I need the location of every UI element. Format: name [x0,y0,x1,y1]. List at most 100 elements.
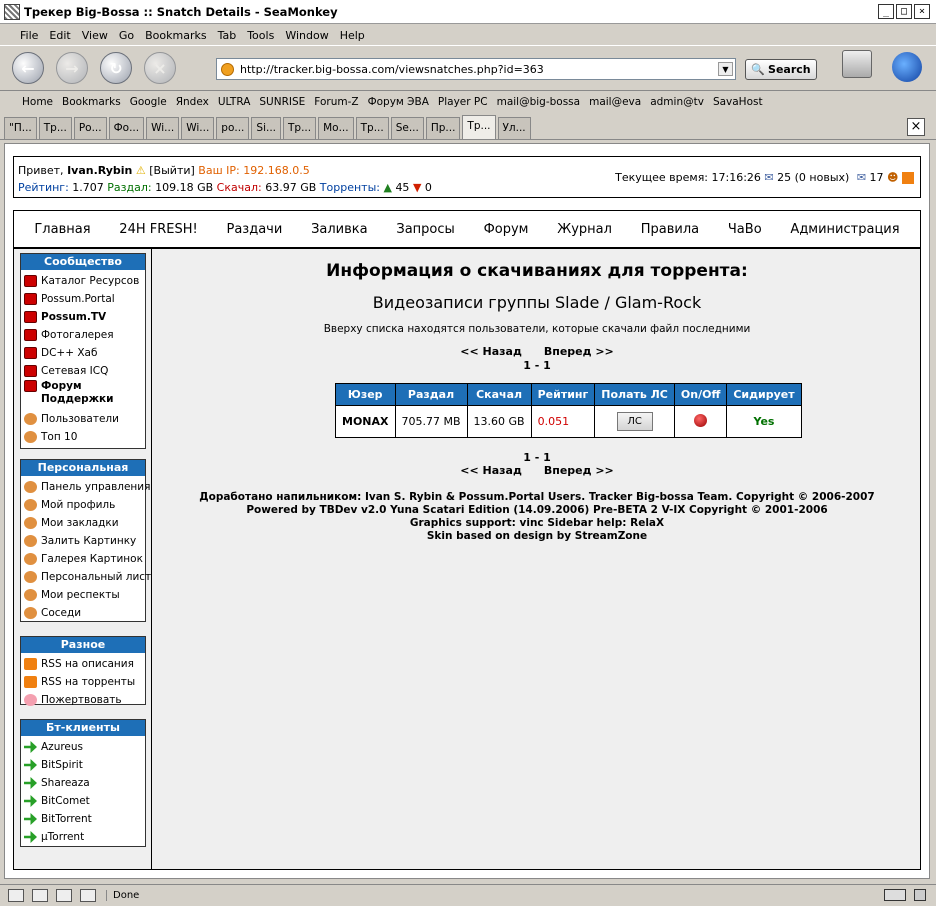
tab-item[interactable]: Тр... [283,117,317,139]
bookmark-player-pc[interactable]: Player PC [438,96,488,108]
bookmark-yandex[interactable]: Яndex [176,96,209,108]
url-bar[interactable]: http://tracker.big-bossa.com/viewsnatche… [216,58,736,80]
menu-file[interactable]: File [20,29,38,42]
menu-rules[interactable]: Правила [641,222,699,237]
address-book-icon[interactable] [80,889,96,902]
url-text[interactable]: http://tracker.big-bossa.com/viewsnatche… [240,63,544,76]
menu-view[interactable]: View [82,29,108,42]
reload-button[interactable]: ↻ [100,52,132,84]
menu-torrents[interactable]: Раздачи [226,222,282,237]
bookmark-forum-eva[interactable]: Форум ЭВА [368,96,429,108]
sidebar-item-control-panel[interactable]: Панель управления [24,478,150,496]
tab-item[interactable]: Тр... [355,117,389,139]
tab-item[interactable]: ро... [216,117,250,139]
bookmark-admin-tv[interactable]: admin@tv [650,96,704,108]
tab-item[interactable]: Wi... [181,117,215,139]
tab-item[interactable]: Wi... [146,117,180,139]
close-tab-button[interactable]: × [907,118,925,136]
menu-admin[interactable]: Администрация [790,222,899,237]
tab-item[interactable]: Se... [390,117,424,139]
sidebar-item-photogallery[interactable]: Фотогалерея [24,326,143,344]
bookmark-mail-eva[interactable]: mail@eva [589,96,641,108]
seamonkey-throbber-icon[interactable] [892,52,922,82]
print-icon[interactable] [842,50,872,78]
menu-tools[interactable]: Tools [247,29,274,42]
sidebar-item-bookmarks[interactable]: Мои закладки [24,514,143,532]
sidebar-item-rss-descriptions[interactable]: RSS на описания [24,655,143,673]
bookmark-folder-bookmarks[interactable]: Bookmarks [62,96,121,108]
search-button[interactable]: 🔍 Search [745,59,817,80]
sidebar-item-personal-list[interactable]: Персональный лист [24,568,151,586]
rss-icon[interactable] [902,172,914,184]
tab-item[interactable]: Si... [251,117,282,139]
tab-item-active[interactable]: Тр... [462,115,496,139]
next-page-link[interactable]: Вперед >> [544,464,614,477]
sidebar-item-support-forum[interactable]: Форум Поддержки [24,380,143,410]
bookmark-savahost[interactable]: SavaHost [713,96,763,108]
sidebar-item-utorrent[interactable]: µTorrent [24,828,143,846]
menu-go[interactable]: Go [119,29,134,42]
sidebar-item-possum-portal[interactable]: Possum.Portal [24,290,143,308]
composer-icon[interactable] [56,889,72,902]
tab-item[interactable]: "П... [4,117,37,139]
prev-page-link[interactable]: << Назад [460,345,522,358]
outbox-icon[interactable]: ✉ [857,171,866,184]
sidebar-item-shareaza[interactable]: Shareaza [24,774,143,792]
minimize-button[interactable]: _ [878,4,894,19]
sidebar-item-azureus[interactable]: Azureus [24,738,143,756]
menu-bookmarks[interactable]: Bookmarks [145,29,206,42]
tab-item[interactable]: Пр... [425,117,461,139]
sidebar-item-neighbors[interactable]: Соседи [24,604,143,622]
cell-user[interactable]: MONAX [335,405,396,438]
menu-help[interactable]: Help [340,29,365,42]
sidebar-item-donate[interactable]: Пожертвовать [24,691,143,709]
sidebar-item-top10[interactable]: Топ 10 [24,428,143,446]
back-button[interactable]: ← [12,52,44,84]
bookmark-forum-z[interactable]: Forum-Z [314,96,358,108]
logout-link[interactable]: [Выйти] [149,164,195,177]
menu-faq[interactable]: ЧаВо [728,222,762,237]
bookmark-google[interactable]: Google [130,96,167,108]
sidebar-item-icq[interactable]: Сетевая ICQ [24,362,143,380]
mail-icon[interactable] [32,889,48,902]
online-status-icon[interactable] [884,889,906,901]
menu-24h-fresh[interactable]: 24H FRESH! [119,222,197,237]
prev-page-link[interactable]: << Назад [460,464,522,477]
sidebar-item-catalog[interactable]: Каталог Ресурсов [24,272,143,290]
next-page-link[interactable]: Вперед >> [544,345,614,358]
menu-upload[interactable]: Заливка [311,222,368,237]
sidebar-item-respects[interactable]: Мои респекты [24,586,143,604]
username-link[interactable]: Ivan.Rybin [67,164,132,177]
bookmark-home[interactable]: Home [22,96,53,108]
send-pm-button[interactable]: ЛС [616,412,653,431]
sidebar-item-image-gallery[interactable]: Галерея Картинок [24,550,143,568]
tab-item[interactable]: Ро... [73,117,107,139]
forward-button[interactable]: → [56,52,88,84]
sidebar-item-bittorrent[interactable]: BitTorrent [24,810,143,828]
menu-forum[interactable]: Форум [484,222,529,237]
menu-window[interactable]: Window [285,29,328,42]
sidebar-item-bitcomet[interactable]: BitComet [24,792,143,810]
close-button[interactable]: × [914,4,930,19]
sidebar-item-my-profile[interactable]: Мой профиль [24,496,143,514]
sidebar-item-upload-image[interactable]: Залить Картинку [24,532,143,550]
bookmark-ultra[interactable]: ULTRA [218,96,251,108]
sidebar-item-dc-hub[interactable]: DC++ Хаб [24,344,143,362]
sidebar-item-users[interactable]: Пользователи [24,410,143,428]
torrent-name[interactable]: Видеозаписи группы Slade / Glam-Rock [154,293,920,312]
navigator-icon[interactable] [8,889,24,902]
sidebar-item-rss-torrents[interactable]: RSS на торренты [24,673,143,691]
stop-button[interactable]: × [144,52,176,84]
tab-item[interactable]: Тр... [38,117,72,139]
bookmark-sunrise[interactable]: SUNRISE [259,96,305,108]
friends-count[interactable]: 17 [870,171,884,184]
tab-item[interactable]: Фо... [108,117,145,139]
tab-item[interactable]: Ул... [497,117,531,139]
sidebar-item-bitspirit[interactable]: BitSpirit [24,756,143,774]
menu-edit[interactable]: Edit [49,29,70,42]
tab-item[interactable]: Мо... [318,117,354,139]
messages-count[interactable]: 25 (0 новых) [777,171,849,184]
menu-tab[interactable]: Tab [218,29,237,42]
menu-home[interactable]: Главная [34,222,90,237]
bookmark-mail-bigbossa[interactable]: mail@big-bossa [497,96,581,108]
